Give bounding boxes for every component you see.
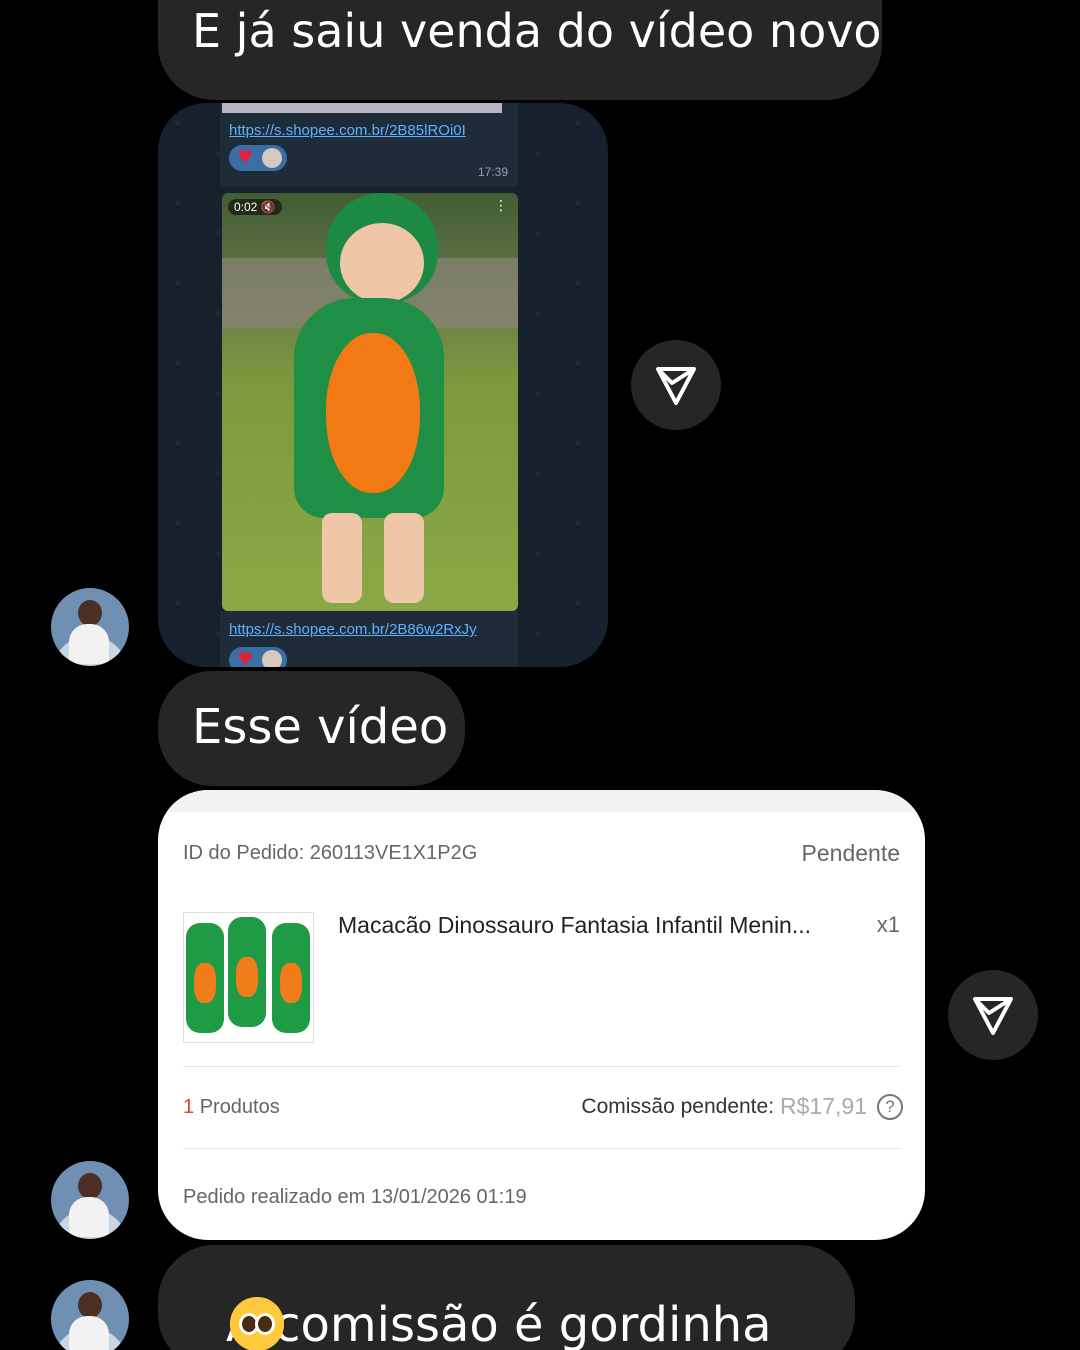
- share-button[interactable]: [948, 970, 1038, 1060]
- divider: [183, 1066, 900, 1067]
- message-bubble-1[interactable]: E já saiu venda do vídeo novo: [158, 0, 882, 100]
- reactor-avatar: [262, 650, 282, 667]
- pleading-face-emoji-icon: [230, 1297, 284, 1350]
- divider: [183, 1148, 900, 1149]
- video-thumbnail: 0:02 🔇 ⋮: [222, 193, 518, 611]
- heart-icon: ♥: [237, 649, 254, 667]
- video-duration: 0:02 🔇: [228, 199, 282, 215]
- heart-icon: ♥: [237, 147, 254, 168]
- product-name: Macacão Dinossauro Fantasia Infantil Men…: [338, 912, 812, 938]
- commission-label: Comissão pendente:: [581, 1094, 775, 1118]
- order-date: Pedido realizado em 13/01/2026 01:19: [183, 1186, 527, 1208]
- commission: Comissão pendente: R$17,91 ?: [581, 1093, 903, 1120]
- telegram-message: https://s.shopee.com.br/2B86w2RxJy ♥: [220, 611, 518, 667]
- shared-screenshot[interactable]: https://s.shopee.com.br/2B85lROi0I ♥ 17:…: [158, 103, 608, 667]
- commission-value: R$17,91: [780, 1093, 867, 1119]
- card-top-strip: [158, 790, 925, 812]
- products-count: 1 Produtos: [183, 1096, 280, 1118]
- help-icon[interactable]: ?: [877, 1093, 903, 1120]
- shopee-link: https://s.shopee.com.br/2B85lROi0I: [229, 122, 466, 139]
- dino-belly: [326, 333, 420, 493]
- avatar[interactable]: [51, 1280, 129, 1350]
- order-card[interactable]: ID do Pedido: 260113VE1X1P2G Pendente Ma…: [158, 790, 925, 1240]
- shopee-link: https://s.shopee.com.br/2B86w2RxJy: [229, 621, 477, 638]
- telegram-message: https://s.shopee.com.br/2B85lROi0I ♥ 17:…: [220, 103, 518, 187]
- message-bubble-2[interactable]: Esse vídeo: [158, 671, 465, 786]
- order-status: Pendente: [801, 840, 900, 866]
- reaction-badge: ♥: [229, 145, 287, 171]
- send-triangle-icon: [973, 997, 1013, 1035]
- reaction-badge: ♥: [229, 647, 287, 667]
- message-text: E já saiu venda do vídeo novo: [192, 4, 882, 58]
- order-id: ID do Pedido: 260113VE1X1P2G: [183, 842, 478, 864]
- more-icon: ⋮: [494, 198, 508, 214]
- product-quantity: x1: [876, 912, 900, 937]
- avatar[interactable]: [51, 588, 129, 666]
- message-text: Esse vídeo: [192, 699, 449, 755]
- baby-leg: [384, 513, 424, 603]
- baby-face: [340, 223, 424, 303]
- reactor-avatar: [262, 148, 282, 168]
- baby-leg: [322, 513, 362, 603]
- image-strip: [222, 103, 502, 113]
- message-time: 17:39: [477, 165, 508, 179]
- send-triangle-icon: [656, 367, 696, 405]
- avatar[interactable]: [51, 1161, 129, 1239]
- share-button[interactable]: [631, 340, 721, 430]
- message-bubble-3[interactable]: A comissão é gordinha: [158, 1245, 855, 1350]
- product-image: [183, 912, 314, 1043]
